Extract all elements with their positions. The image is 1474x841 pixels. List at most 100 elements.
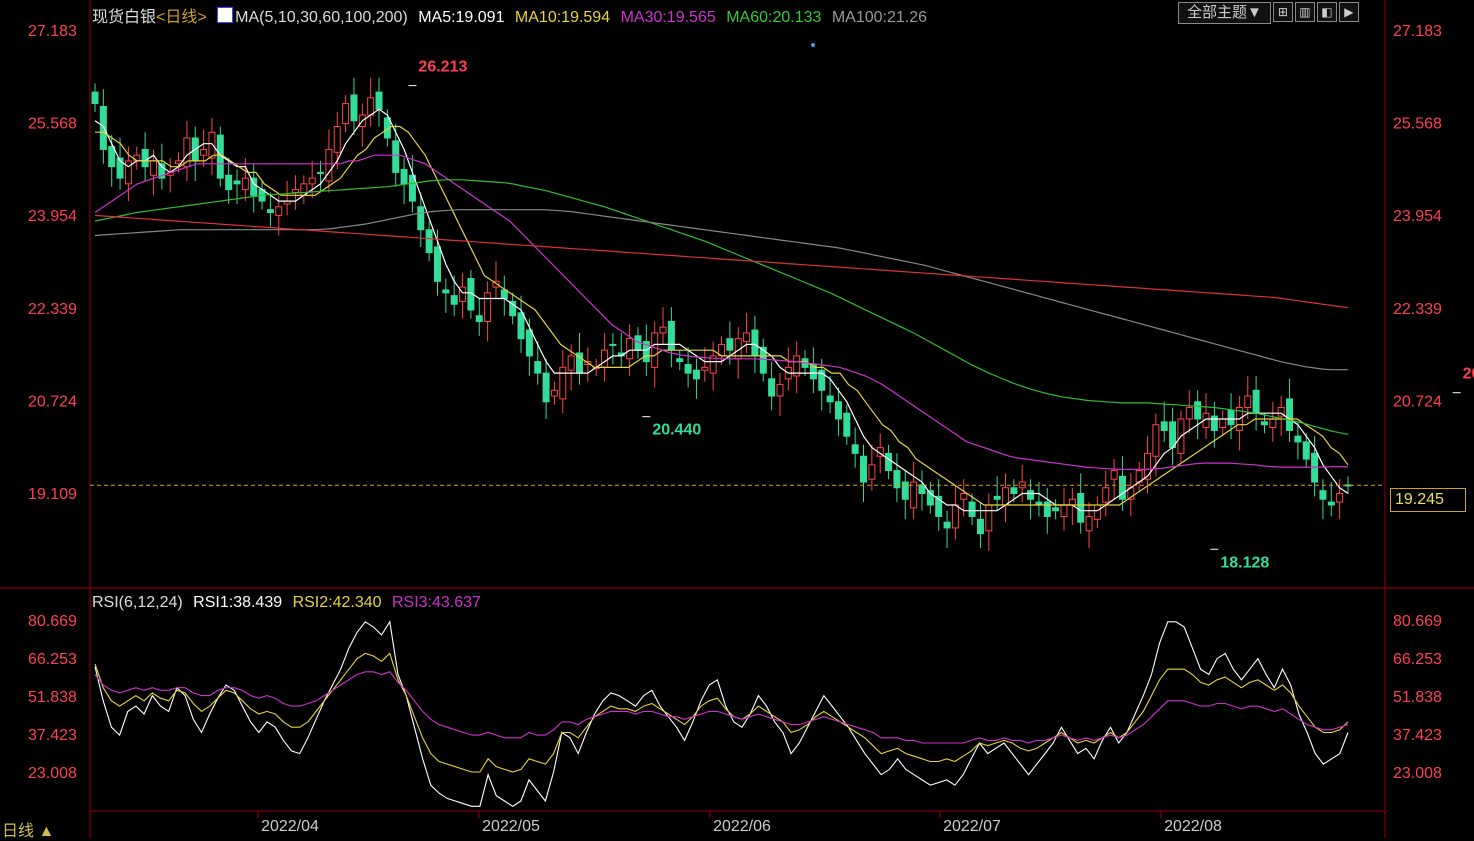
main-chart-header: 现货白银<日线> MA(5,10,30,60,100,200) MA5:19.0… bbox=[92, 3, 933, 27]
candle-body bbox=[985, 504, 993, 532]
price-tick-left: 23.954 bbox=[28, 208, 77, 225]
candle-body bbox=[843, 412, 851, 437]
rsi-tick-left: 80.669 bbox=[28, 613, 77, 630]
candle-body bbox=[1118, 475, 1126, 500]
candle-body bbox=[542, 372, 550, 403]
candle-body bbox=[701, 366, 709, 371]
candle-body bbox=[601, 349, 609, 368]
candle-body bbox=[208, 131, 216, 159]
candle-body bbox=[776, 384, 784, 397]
candle-body bbox=[1194, 401, 1202, 420]
candle-body bbox=[1068, 498, 1076, 506]
candle-body bbox=[910, 481, 918, 509]
price-tick-right: 20.724 bbox=[1393, 393, 1442, 410]
ma-settings-icon[interactable] bbox=[217, 7, 234, 23]
candle-body bbox=[1260, 421, 1268, 426]
kline-chart-canvas: 27.183 27.183 25.568 25.568 23.954 23.954 22.3… bbox=[0, 0, 1474, 838]
ma-line-ma10 bbox=[95, 125, 1349, 506]
candle-body bbox=[960, 493, 968, 500]
candle-body bbox=[1077, 493, 1085, 523]
price-tick-left: 19.109 bbox=[28, 486, 77, 503]
ma-line-ma5 bbox=[94, 108, 1349, 512]
candle-body bbox=[333, 126, 341, 153]
candle-body bbox=[968, 501, 976, 517]
price-tick-right: 22.339 bbox=[1393, 301, 1442, 318]
candle-body bbox=[667, 320, 675, 351]
price-tick-left: 27.183 bbox=[28, 23, 77, 40]
candle-body bbox=[275, 206, 283, 216]
ma60-value: MA60:20.133 bbox=[726, 9, 822, 26]
ma10-value: MA10:19.594 bbox=[514, 9, 611, 26]
candle-body bbox=[241, 177, 249, 191]
candle-body bbox=[1336, 493, 1344, 503]
date-tick-label: 2022/07 bbox=[943, 818, 1001, 835]
rsi1-value: RSI1:38.439 bbox=[193, 594, 283, 611]
candle-body bbox=[525, 329, 533, 357]
date-tick-label: 2022/06 bbox=[713, 818, 771, 835]
candle-body bbox=[1002, 487, 1010, 506]
candle-body bbox=[684, 363, 692, 374]
play-forward-icon[interactable]: ▶ bbox=[1338, 2, 1359, 22]
candle-body bbox=[99, 105, 107, 150]
candle-body bbox=[951, 504, 959, 529]
high-price-label: 20.858 bbox=[1463, 366, 1474, 383]
candle-body bbox=[367, 97, 375, 116]
symbol-title: 现货白银 bbox=[92, 9, 157, 26]
rsi-tick-right: 37.423 bbox=[1393, 727, 1442, 744]
toolbar: 全部主题▼ ⊞ ▥ ◧ ▶ bbox=[1178, 2, 1359, 24]
price-tick-left: 25.568 bbox=[28, 116, 77, 133]
candle-body bbox=[484, 292, 492, 322]
candle-body bbox=[885, 452, 893, 472]
candle-body bbox=[676, 358, 684, 363]
candle-body bbox=[559, 366, 567, 400]
candle-body bbox=[308, 177, 316, 185]
ma30-value: MA30:19.565 bbox=[620, 9, 716, 26]
period-switch-button[interactable]: 日线 ▲ bbox=[2, 817, 54, 841]
rsi-tick-left: 51.838 bbox=[28, 689, 77, 706]
rsi-tick-left: 66.253 bbox=[28, 651, 77, 668]
candle-body bbox=[1244, 395, 1252, 408]
candle-body bbox=[1093, 504, 1101, 520]
rsi3-value: RSI3:43.637 bbox=[391, 594, 481, 611]
candle-body bbox=[1010, 487, 1018, 495]
rsi-label[interactable]: RSI(6,12,24) bbox=[92, 594, 183, 611]
candle-body bbox=[375, 91, 383, 110]
candle-body bbox=[751, 329, 759, 357]
price-tick-right: 25.568 bbox=[1393, 116, 1442, 133]
candle-body bbox=[743, 332, 751, 343]
candle-body bbox=[1219, 418, 1227, 429]
candle-body bbox=[1185, 406, 1193, 420]
candle-body bbox=[342, 103, 350, 125]
date-tick-label: 2022/08 bbox=[1164, 818, 1222, 835]
candle-body bbox=[1060, 504, 1068, 517]
candle-body bbox=[517, 312, 525, 340]
candle-body bbox=[200, 148, 208, 156]
candle-body bbox=[626, 338, 634, 360]
candle-body bbox=[550, 389, 558, 397]
high-price-label: 26.213 bbox=[418, 59, 467, 76]
candle-body bbox=[500, 289, 508, 300]
grid-icon[interactable]: ⊞ bbox=[1272, 2, 1293, 22]
candle-body bbox=[868, 464, 876, 480]
candle-body bbox=[400, 169, 408, 185]
candle-body bbox=[149, 160, 157, 176]
candle-body bbox=[108, 146, 116, 168]
ma100-value: MA100:21.26 bbox=[831, 9, 928, 26]
candle-body bbox=[442, 289, 450, 294]
ma-label[interactable]: MA(5,10,30,60,100,200) bbox=[235, 9, 408, 26]
candle-body bbox=[860, 455, 868, 483]
theme-dropdown-button[interactable]: 全部主题▼ bbox=[1178, 2, 1271, 24]
candle-body bbox=[475, 315, 483, 322]
low-price-label: 20.440 bbox=[652, 422, 701, 439]
candle-body bbox=[1052, 507, 1060, 512]
rsi-tick-right: 66.253 bbox=[1393, 651, 1442, 668]
candle-body bbox=[425, 229, 433, 254]
ma-line-ma60 bbox=[94, 179, 1349, 435]
ma5-value: MA5:19.091 bbox=[418, 9, 505, 26]
layout-icon[interactable]: ▥ bbox=[1294, 2, 1315, 22]
rsi-header: RSI(6,12,24) RSI1:38.439 RSI2:42.340 RSI… bbox=[92, 594, 487, 612]
price-tick-right: 27.183 bbox=[1393, 23, 1442, 40]
rsi-tick-left: 37.423 bbox=[28, 727, 77, 744]
play-back-icon[interactable]: ◧ bbox=[1316, 2, 1337, 22]
rsi-line-rsi1 bbox=[94, 620, 1349, 807]
